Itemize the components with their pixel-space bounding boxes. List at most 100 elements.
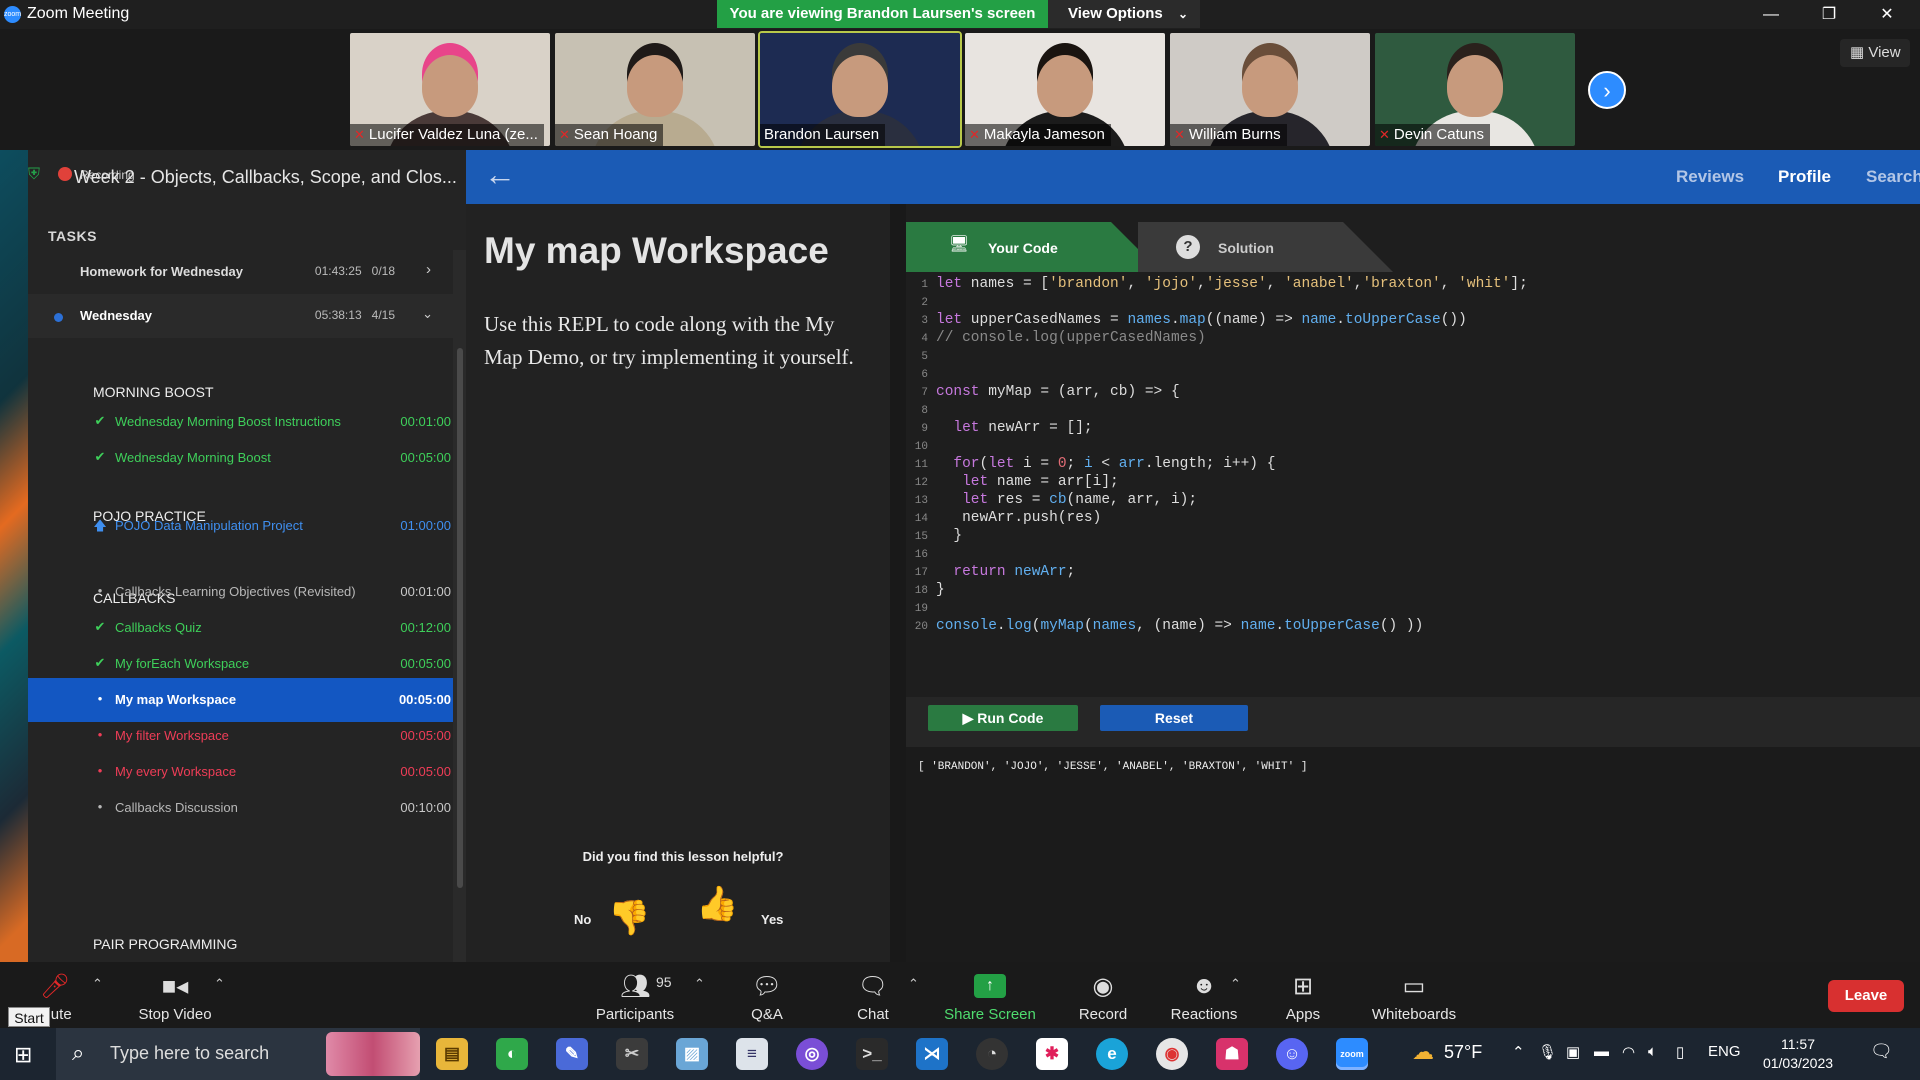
share-screen-button[interactable]: ↑ Share Screen: [942, 962, 1038, 1028]
task-label: Wednesday Morning Boost: [115, 450, 271, 465]
robot-app-icon[interactable]: ☗: [1216, 1038, 1248, 1070]
qa-label: Q&A: [751, 1006, 783, 1023]
share-screen-label: Share Screen: [944, 1006, 1036, 1023]
maps-app-icon[interactable]: ◐: [496, 1038, 528, 1070]
weather-icon[interactable]: ☁: [1412, 1039, 1434, 1065]
task-list-item[interactable]: • Callbacks Discussion 00:10:00: [28, 786, 453, 830]
microphone-icon[interactable]: 🎙︎: [1538, 1043, 1557, 1061]
question-icon: ?: [1176, 235, 1200, 259]
apps-button[interactable]: ⊞ Apps: [1266, 962, 1340, 1028]
sidebar-scrollbar-thumb[interactable]: [457, 348, 463, 888]
chat-button[interactable]: 🗨︎ Chat: [836, 962, 910, 1028]
participants-button[interactable]: 👥︎ Participants: [590, 962, 680, 1028]
participants-count: 95: [656, 974, 672, 990]
language-label[interactable]: ENG: [1708, 1043, 1741, 1060]
tab-your-code[interactable]: 🖥 Your Code: [906, 222, 1111, 272]
task-list-item[interactable]: 🡅 POJO Data Manipulation Project 01:00:00: [28, 504, 453, 548]
record-button[interactable]: ◉ Record: [1066, 962, 1140, 1028]
task-list-item[interactable]: ✔ Wednesday Morning Boost 00:05:00: [28, 436, 453, 480]
participant-video-tile[interactable]: ✕ Lucifer Valdez Luna (ze...: [350, 33, 550, 146]
thumbs-up-icon[interactable]: 👍: [696, 884, 738, 924]
output-text: [ 'BRANDON', 'JOJO', 'JESSE', 'ANABEL', …: [918, 761, 1308, 773]
apps-icon: ⊞: [1292, 973, 1314, 1000]
battery-icon[interactable]: ▬: [1594, 1043, 1609, 1060]
upload-arrow-icon: 🡅: [93, 518, 107, 533]
wifi-icon[interactable]: ◠: [1622, 1043, 1635, 1061]
record-icon: ◉: [1092, 973, 1114, 1000]
chevron-down-icon: ⌄: [1177, 7, 1188, 21]
code-editor[interactable]: 1 let names = ['brandon', 'jojo','jesse',…: [906, 272, 1920, 697]
code-line-18: 18}: [914, 582, 945, 598]
caret-up-icon[interactable]: ⌃: [694, 976, 705, 992]
file-explorer-icon[interactable]: ▤: [436, 1038, 468, 1070]
back-arrow-icon[interactable]: ←: [484, 156, 516, 193]
wednesday-section-row[interactable]: Wednesday 05:38:13 4/15 ⌄: [28, 294, 453, 338]
terminal-app-icon[interactable]: >_: [856, 1038, 888, 1070]
view-options-button[interactable]: View Options ⌄: [1048, 0, 1200, 28]
podcast-app-icon[interactable]: ◎: [796, 1038, 828, 1070]
weather-temp[interactable]: 57°F: [1444, 1042, 1482, 1063]
reactions-button[interactable]: ☻ Reactions: [1164, 962, 1244, 1028]
nav-search[interactable]: Search: [1866, 167, 1920, 187]
task-duration: 00:05:00: [400, 450, 451, 465]
paint-app-icon[interactable]: ✎: [556, 1038, 588, 1070]
notepad-app-icon[interactable]: ≡: [736, 1038, 768, 1070]
device-icon[interactable]: ▯: [1676, 1043, 1684, 1061]
participant-video-tile[interactable]: Brandon Laursen: [758, 31, 962, 148]
view-button[interactable]: ▦ View: [1840, 39, 1910, 67]
participant-video-tile[interactable]: ✕ William Burns: [1170, 33, 1370, 146]
tab-solution[interactable]: ? Solution: [1138, 222, 1343, 272]
thumbs-down-icon[interactable]: 👎: [608, 898, 650, 938]
pane-divider[interactable]: [890, 204, 906, 962]
windows-start-icon[interactable]: ⊞: [14, 1042, 32, 1068]
tool-app-icon[interactable]: ✂: [616, 1038, 648, 1070]
slack-app-icon[interactable]: ✱: [1036, 1038, 1068, 1070]
restore-icon[interactable]: ❐: [1800, 0, 1858, 29]
reset-button[interactable]: Reset: [1100, 705, 1248, 731]
task-duration: 00:10:00: [400, 800, 451, 815]
taskbar-search[interactable]: ⌕ Type here to search: [56, 1028, 420, 1080]
next-page-arrow-icon[interactable]: ›: [1588, 71, 1626, 109]
platform-topbar: ← Reviews Profile Search: [466, 150, 1920, 204]
caret-up-icon[interactable]: ⌃: [1230, 976, 1241, 992]
stop-video-button[interactable]: ■◂ Stop Video: [130, 962, 220, 1028]
chrome-app-icon[interactable]: ◉: [1156, 1038, 1188, 1070]
run-code-button[interactable]: ▶ Run Code: [928, 705, 1078, 731]
speaker-icon[interactable]: 🔈︎: [1648, 1043, 1657, 1060]
reactions-label: Reactions: [1170, 1006, 1238, 1023]
leave-button[interactable]: Leave: [1828, 980, 1904, 1012]
close-icon[interactable]: ✕: [1858, 0, 1916, 29]
minimize-icon[interactable]: —: [1742, 0, 1800, 29]
feedback-yes-label[interactable]: Yes: [761, 912, 783, 927]
participant-name: Makayla Jameson: [983, 126, 1105, 143]
wednesday-progress: 4/15: [371, 308, 395, 322]
zoom-app-icon[interactable]: zoom: [1336, 1038, 1368, 1070]
github-app-icon[interactable]: ◔: [976, 1038, 1008, 1070]
feedback-no-label[interactable]: No: [574, 912, 591, 927]
nav-reviews[interactable]: Reviews: [1676, 167, 1744, 187]
code-line-9: 9 let newArr = [];: [921, 420, 1093, 436]
code-line-17: 17 return newArr;: [914, 564, 1076, 580]
notifications-icon[interactable]: 🗨︎: [1870, 1041, 1893, 1062]
participant-video-tile[interactable]: ✕ Devin Catuns: [1375, 33, 1575, 146]
nav-profile[interactable]: Profile: [1778, 167, 1831, 187]
whiteboards-button[interactable]: ▭ Whiteboards: [1364, 962, 1464, 1028]
chevron-up-icon[interactable]: ⌃: [1512, 1043, 1525, 1061]
course-title[interactable]: Week 2 - Objects, Callbacks, Scope, and …: [74, 167, 464, 188]
caret-up-icon[interactable]: ⌃: [92, 976, 103, 992]
qa-button[interactable]: 💬︎ Q&A: [730, 962, 804, 1028]
code-line-20: 20 console.log(myMap(names, (name) => nam…: [914, 618, 1424, 634]
edge-app-icon[interactable]: e: [1096, 1038, 1128, 1070]
vscode-app-icon[interactable]: ⋊: [916, 1038, 948, 1070]
caret-up-icon[interactable]: ⌃: [908, 976, 919, 992]
shared-screen: ⛨ Recording Week 2 - Objects, Callbacks,…: [0, 150, 1920, 962]
homework-section-row[interactable]: Homework for Wednesday 01:43:25 0/18 ›: [28, 250, 453, 294]
taskbar-clock[interactable]: 11:57 01/03/2023: [1762, 1035, 1834, 1073]
participant-video-tile[interactable]: ✕ Makayla Jameson: [965, 33, 1165, 146]
code-editor-panel: 🖥 Your Code ? Solution 1 let names = ['br…: [906, 204, 1920, 962]
meet-now-icon[interactable]: ▣: [1566, 1043, 1580, 1061]
caret-up-icon[interactable]: ⌃: [214, 976, 225, 992]
discord-app-icon[interactable]: ☺: [1276, 1038, 1308, 1070]
participant-video-tile[interactable]: ✕ Sean Hoang: [555, 33, 755, 146]
notes-app-icon[interactable]: ▨: [676, 1038, 708, 1070]
